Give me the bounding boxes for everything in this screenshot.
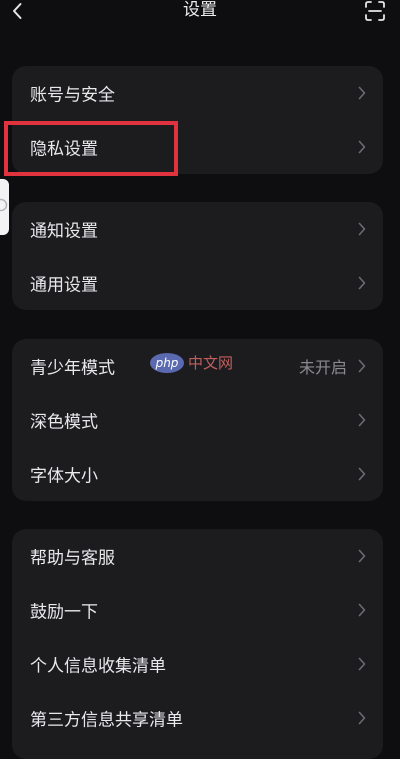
- page-title: 设置: [183, 0, 217, 20]
- chevron-right-icon: [358, 276, 366, 290]
- row-label: 帮助与客服: [30, 548, 115, 569]
- row-general-settings[interactable]: 通用设置: [12, 256, 383, 310]
- row-account-security[interactable]: 账号与安全: [12, 66, 383, 120]
- row-label: 账号与安全: [30, 85, 115, 106]
- chevron-right-icon: [358, 549, 366, 563]
- settings-group-general: 通知设置 通用设置: [12, 202, 383, 310]
- row-label: 深色模式: [30, 412, 98, 433]
- watermark-text: 中文网: [188, 354, 234, 372]
- teen-mode-status: 未开启: [298, 358, 347, 377]
- row-notification-settings[interactable]: 通知设置: [12, 202, 383, 256]
- chevron-right-icon: [358, 140, 366, 154]
- chevron-right-icon: [358, 413, 366, 427]
- row-label: 通知设置: [30, 221, 98, 242]
- row-help-support[interactable]: 帮助与客服: [12, 529, 383, 583]
- row-label: 第三方信息共享清单: [30, 710, 183, 731]
- row-font-size[interactable]: 字体大小: [12, 447, 383, 501]
- chevron-right-icon: [358, 86, 366, 100]
- chevron-right-icon: [358, 359, 366, 373]
- row-third-party-sharing-list[interactable]: 第三方信息共享清单: [12, 691, 383, 745]
- chevron-right-icon: [358, 657, 366, 671]
- row-label: 字体大小: [30, 466, 98, 487]
- watermark-badge: php: [150, 353, 184, 373]
- header-bar: 设置: [0, 0, 400, 28]
- row-dark-mode[interactable]: 深色模式: [12, 393, 383, 447]
- row-label: 青少年模式: [30, 358, 115, 379]
- row-encourage[interactable]: 鼓励一下: [12, 583, 383, 637]
- chevron-right-icon: [358, 603, 366, 617]
- site-watermark: php 中文网: [150, 351, 246, 377]
- row-label: 鼓励一下: [30, 602, 98, 623]
- row-label: 通用设置: [30, 275, 98, 296]
- chevron-right-icon: [358, 222, 366, 236]
- settings-group-support: 帮助与客服 鼓励一下 个人信息收集清单 第三方信息共享清单: [12, 529, 383, 759]
- side-tab-icon: [0, 198, 8, 212]
- chevron-right-icon: [358, 467, 366, 481]
- row-personal-info-list[interactable]: 个人信息收集清单: [12, 637, 383, 691]
- scan-icon[interactable]: [364, 0, 386, 22]
- highlight-annotation: [4, 121, 178, 176]
- row-label: 个人信息收集清单: [30, 656, 166, 677]
